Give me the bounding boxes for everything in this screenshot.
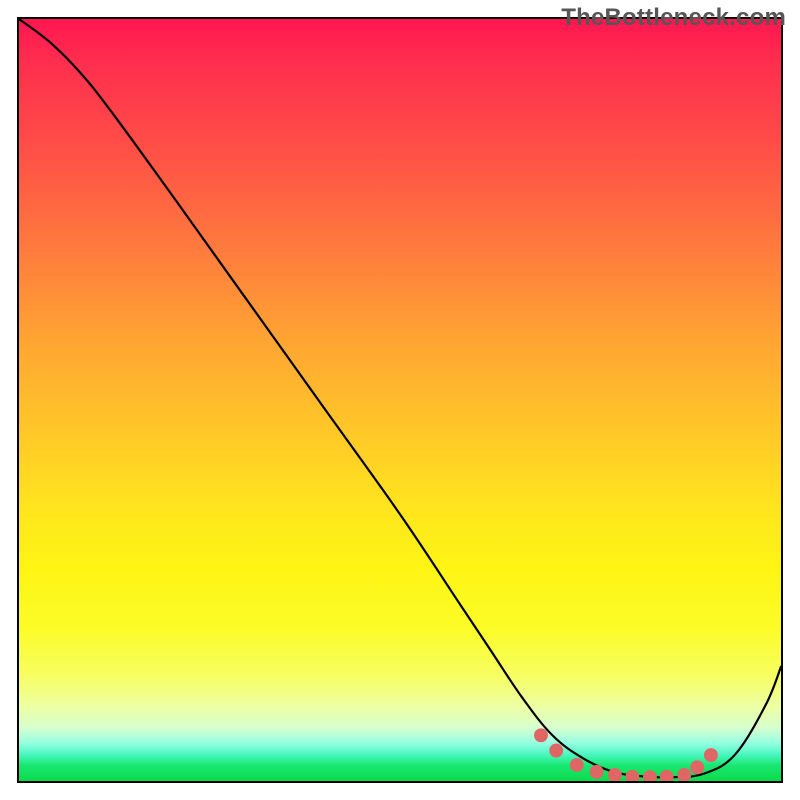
watermark-text: TheBottleneck.com (561, 4, 786, 32)
fit-dot (690, 760, 704, 774)
fit-dot (570, 758, 584, 772)
curve-layer (19, 19, 781, 781)
fit-dot (643, 770, 657, 781)
fit-region-dots (534, 728, 718, 781)
fit-dot (677, 768, 691, 781)
fit-dot (549, 744, 563, 758)
fit-dot (590, 765, 604, 779)
fit-dot (704, 748, 718, 762)
chart-frame: TheBottleneck.com (0, 0, 800, 800)
fit-dot (534, 728, 548, 742)
fit-dot (660, 770, 674, 781)
bottleneck-curve (19, 19, 781, 777)
fit-dot (625, 770, 639, 781)
plot-area (17, 17, 783, 783)
